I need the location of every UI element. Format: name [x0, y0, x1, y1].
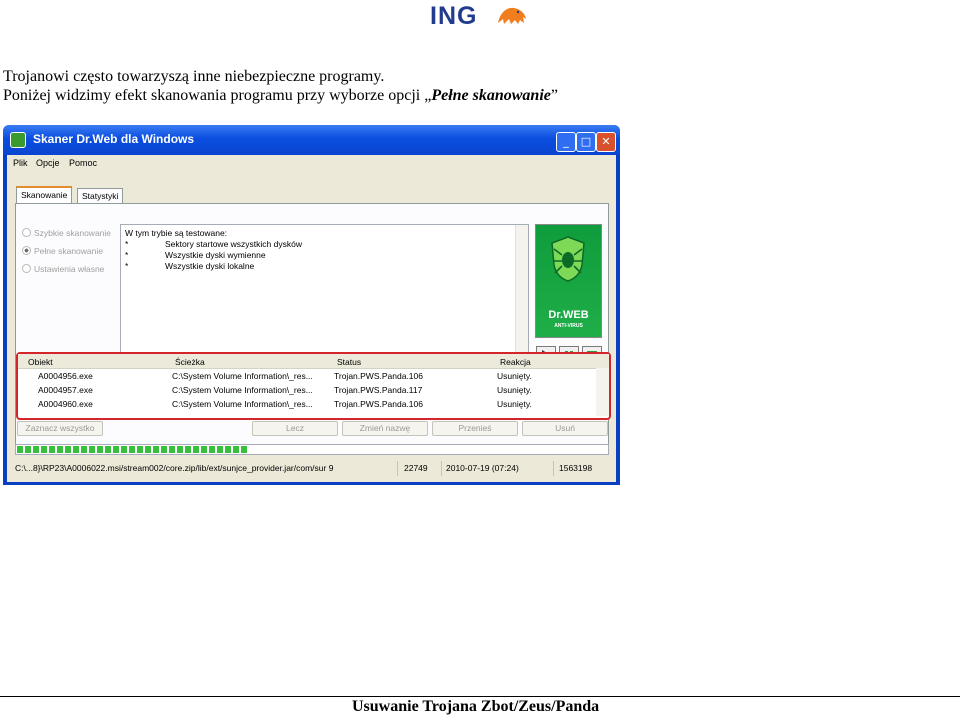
radio-label: Pełne skanowanie: [34, 246, 103, 256]
description-heading: W tym trybie są testowane:: [125, 228, 228, 238]
status-total: 1563198: [559, 463, 593, 473]
intro-emphasis: Pełne skanowanie: [431, 87, 551, 104]
column-header-action[interactable]: Reakcja: [500, 357, 531, 367]
status-count: 22749: [404, 463, 428, 473]
intro-line-1: Trojanowi często towarzyszą inne niebezp…: [3, 68, 385, 85]
rename-button[interactable]: Zmień nazwę: [342, 421, 428, 436]
drweb-sub: ANTI-VIRUS: [554, 323, 583, 329]
tab-statystyki[interactable]: Statystyki: [77, 188, 124, 204]
description-scrollbar[interactable]: [515, 225, 528, 363]
column-header-path[interactable]: Ścieżka: [175, 357, 205, 367]
table-row[interactable]: A0004960.exe C:\System Volume Informatio…: [18, 397, 595, 411]
select-all-button[interactable]: Zaznacz wszystko: [17, 421, 103, 436]
scan-progress-bar: [15, 444, 609, 455]
radio-custom-settings[interactable]: Ustawienia własne: [22, 264, 104, 274]
column-header-status[interactable]: Status: [337, 357, 361, 367]
status-separator: [397, 461, 398, 476]
mode-description: W tym trybie są testowane: * Sektory sta…: [120, 224, 529, 364]
menu-bar: Plik Opcje Pomoc: [7, 155, 616, 171]
drweb-scanner-window: Skaner Dr.Web dla Windows _ □ ✕ Plik Opc…: [3, 125, 620, 485]
results-table: Obiekt Ścieżka Status Reakcja A0004956.e…: [16, 352, 611, 420]
radio-quick-scan[interactable]: Szybkie skanowanie: [22, 228, 111, 238]
cell-status: Trojan.PWS.Panda.106: [334, 371, 423, 381]
cell-status: Trojan.PWS.Panda.106: [334, 399, 423, 409]
description-item: Wszystkie dyski lokalne: [165, 261, 255, 271]
intro-text: Trojanowi często towarzyszą inne niebezp…: [3, 67, 558, 105]
spider-shield-icon: [551, 236, 585, 282]
cell-path: C:\System Volume Information\_res...: [172, 371, 313, 381]
radio-dot: [22, 264, 31, 273]
cell-path: C:\System Volume Information\_res...: [172, 399, 313, 409]
bullet: *: [125, 261, 129, 271]
cell-object: A0004960.exe: [38, 399, 93, 409]
page-footer: Usuwanie Trojana Zbot/Zeus/Panda: [352, 698, 600, 715]
window-client: Plik Opcje Pomoc Skanowanie Statystyki S…: [7, 155, 616, 482]
tab-skanowanie[interactable]: Skanowanie: [16, 186, 73, 204]
status-bar: C:\...8}\RP23\A0006022.msi/stream002/cor…: [13, 461, 609, 476]
status-separator: [441, 461, 442, 476]
bullet: *: [125, 250, 129, 260]
intro-line-2: Poniżej widzimy efekt skanowania program…: [3, 86, 558, 105]
minimize-button[interactable]: _: [556, 132, 576, 152]
bullet: *: [125, 239, 129, 249]
cell-object: A0004956.exe: [38, 371, 93, 381]
cell-action: Usunięty.: [497, 399, 532, 409]
intro-line-2-prefix: Poniżej widzimy efekt skanowania program…: [3, 87, 432, 104]
maximize-button[interactable]: □: [576, 132, 596, 152]
drweb-brand-panel: Dr.WEB ANTI-VIRUS: [535, 224, 602, 338]
move-button[interactable]: Przenieś: [432, 421, 518, 436]
ing-logo: ING: [430, 2, 530, 30]
close-button[interactable]: ✕: [596, 132, 616, 152]
menu-pomoc[interactable]: Pomoc: [69, 158, 97, 168]
progress-fill: [17, 446, 247, 453]
delete-button[interactable]: Usuń: [522, 421, 608, 436]
status-separator: [553, 461, 554, 476]
column-header-object[interactable]: Obiekt: [28, 357, 53, 367]
menu-plik[interactable]: Plik: [13, 158, 28, 168]
radio-dot: [22, 228, 31, 237]
window-title: Skaner Dr.Web dla Windows: [33, 132, 195, 146]
cell-action: Usunięty.: [497, 385, 532, 395]
cell-object: A0004957.exe: [38, 385, 93, 395]
title-bar[interactable]: Skaner Dr.Web dla Windows _ □ ✕: [3, 125, 620, 155]
description-item: Wszystkie dyski wymienne: [165, 250, 266, 260]
menu-opcje[interactable]: Opcje: [36, 158, 60, 168]
status-current-path: C:\...8}\RP23\A0006022.msi/stream002/cor…: [15, 463, 334, 473]
radio-dot-selected: [22, 246, 31, 255]
lion-icon: [498, 7, 526, 24]
radio-label: Szybkie skanowanie: [34, 228, 112, 238]
cell-action: Usunięty.: [497, 371, 532, 381]
radio-full-scan[interactable]: Pełne skanowanie: [22, 246, 103, 256]
description-item: Sektory startowe wszystkich dysków: [165, 239, 302, 249]
app-icon: [10, 132, 26, 148]
results-scrollbar[interactable]: [596, 368, 609, 416]
radio-label: Ustawienia własne: [34, 264, 105, 274]
drweb-name: Dr.WEB: [548, 309, 589, 321]
status-time: 2010-07-19 (07:24): [446, 463, 519, 473]
footer-rule: [0, 696, 960, 697]
cure-button[interactable]: Lecz: [252, 421, 338, 436]
results-header: Obiekt Ścieżka Status Reakcja: [18, 354, 609, 369]
cell-status: Trojan.PWS.Panda.117: [334, 385, 423, 395]
cell-path: C:\System Volume Information\_res...: [172, 385, 313, 395]
ing-logo-text: ING: [430, 2, 478, 30]
table-row[interactable]: A0004956.exe C:\System Volume Informatio…: [18, 369, 595, 383]
table-row[interactable]: A0004957.exe C:\System Volume Informatio…: [18, 383, 595, 397]
intro-line-2-suffix: ”: [550, 87, 558, 104]
